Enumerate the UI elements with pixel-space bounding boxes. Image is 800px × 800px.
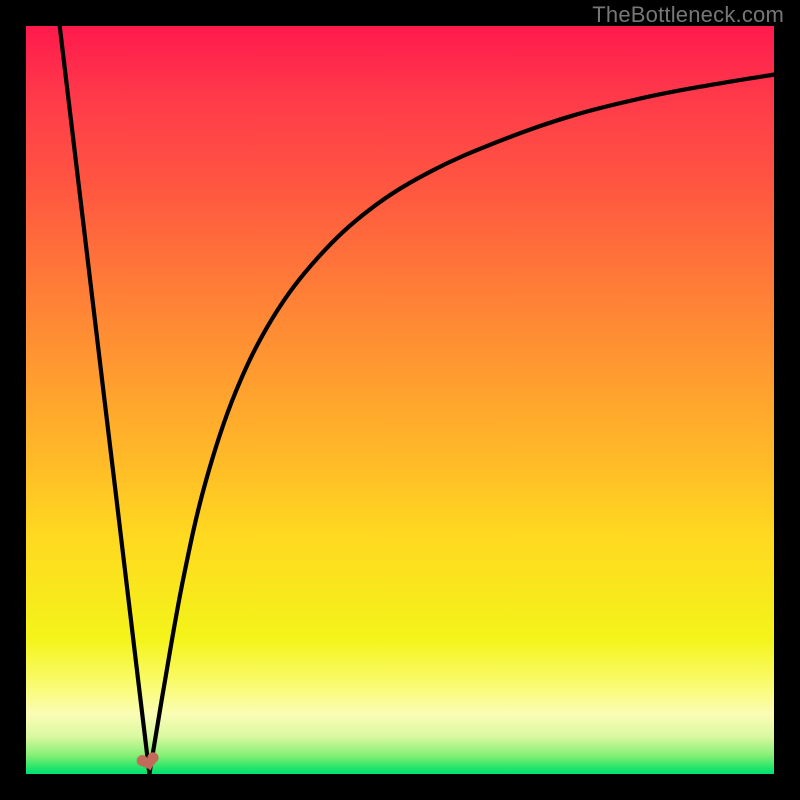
bottleneck-curve <box>26 26 774 774</box>
attribution-label: TheBottleneck.com <box>592 2 784 28</box>
plot-area: ❤ <box>26 26 774 774</box>
curve-left-branch <box>60 26 150 774</box>
curve-right-branch <box>149 75 774 774</box>
chart-frame: TheBottleneck.com ❤ <box>0 0 800 800</box>
